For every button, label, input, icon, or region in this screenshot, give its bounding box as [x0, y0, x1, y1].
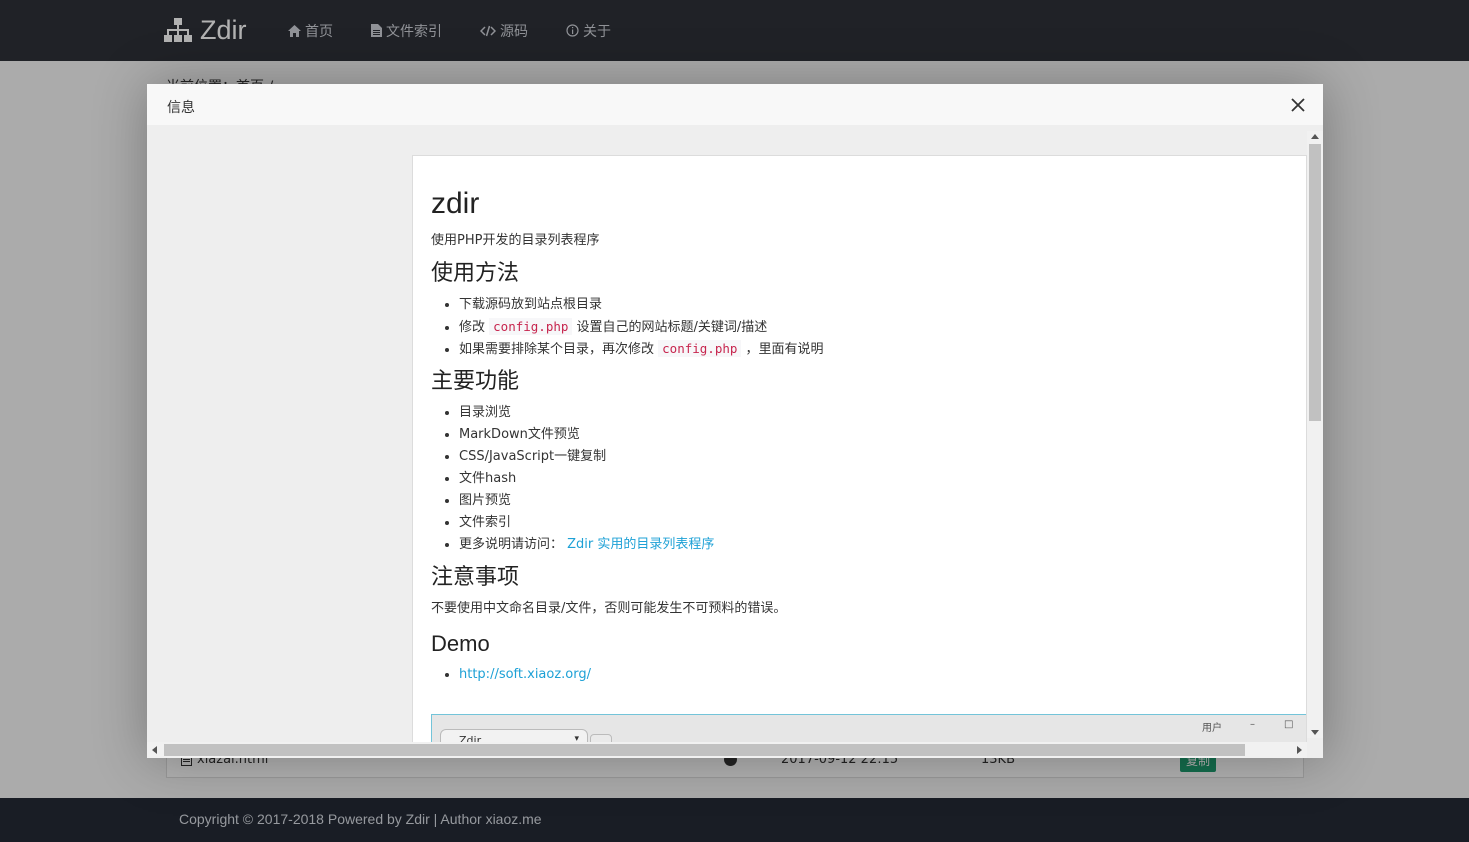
inline-code: config.php: [658, 340, 742, 357]
markdown-preview: zdir 使用PHP开发的目录列表程序 使用方法 下载源码放到站点根目录 修改 …: [412, 155, 1307, 758]
list-item: 文件hash: [459, 468, 1291, 490]
demo-list: http://soft.xiaoz.org/: [431, 664, 1291, 686]
scroll-down-arrow-icon[interactable]: [1311, 730, 1319, 735]
list-item: 图片预览: [459, 490, 1291, 512]
list-item: 如果需要排除某个目录，再次修改 config.php ，里面有说明: [459, 338, 1291, 360]
scroll-thumb-horizontal[interactable]: [164, 744, 1245, 756]
list-item: 目录浏览: [459, 402, 1291, 424]
list-item: MarkDown文件预览: [459, 424, 1291, 446]
modal-title: 信息: [167, 100, 195, 116]
scroll-thumb[interactable]: [1309, 144, 1321, 421]
notes-heading: 注意事项: [431, 565, 520, 590]
info-modal: 信息 zdir 使用PHP开发的目录列表程序 使用方法 下载源码放到站点根目录 …: [147, 84, 1323, 758]
notes-text: 不要使用中文命名目录/文件，否则可能发生不可预料的错误。: [431, 601, 787, 616]
features-list: 目录浏览 MarkDown文件预览 CSS/JavaScript一键复制 文件h…: [431, 402, 1291, 556]
maximize-icon: □: [1284, 719, 1294, 730]
user-label: 用户: [1202, 723, 1222, 734]
horizontal-scrollbar[interactable]: [147, 742, 1307, 758]
list-item: 下载源码放到站点根目录: [459, 294, 1291, 316]
vertical-scrollbar[interactable]: [1307, 131, 1323, 738]
features-heading: 主要功能: [431, 369, 520, 394]
modal-body: zdir 使用PHP开发的目录列表程序 使用方法 下载源码放到站点根目录 修改 …: [147, 126, 1323, 758]
readme-title: zdir: [431, 187, 480, 220]
demo-heading: Demo: [431, 631, 490, 656]
zdir-intro-link[interactable]: Zdir 实用的目录列表程序: [567, 537, 714, 552]
usage-heading: 使用方法: [431, 261, 520, 286]
list-item: http://soft.xiaoz.org/: [459, 664, 1291, 686]
scroll-up-arrow-icon[interactable]: [1311, 134, 1319, 139]
list-item: CSS/JavaScript一键复制: [459, 446, 1291, 468]
minimize-icon: –: [1250, 719, 1255, 730]
readme-intro: 使用PHP开发的目录列表程序: [431, 233, 600, 248]
list-item: 修改 config.php 设置自己的网站标题/关键词/描述: [459, 316, 1291, 338]
scroll-left-arrow-icon[interactable]: [152, 746, 157, 754]
demo-link[interactable]: http://soft.xiaoz.org/: [459, 667, 591, 682]
modal-header: 信息: [147, 84, 1323, 126]
list-item: 文件索引: [459, 512, 1291, 534]
scroll-right-arrow-icon[interactable]: [1297, 746, 1302, 754]
inline-code: config.php: [489, 318, 573, 335]
list-item: 更多说明请访问： Zdir 实用的目录列表程序: [459, 534, 1291, 556]
usage-list: 下载源码放到站点根目录 修改 config.php 设置自己的网站标题/关键词/…: [431, 294, 1291, 360]
close-icon[interactable]: [1290, 97, 1306, 113]
